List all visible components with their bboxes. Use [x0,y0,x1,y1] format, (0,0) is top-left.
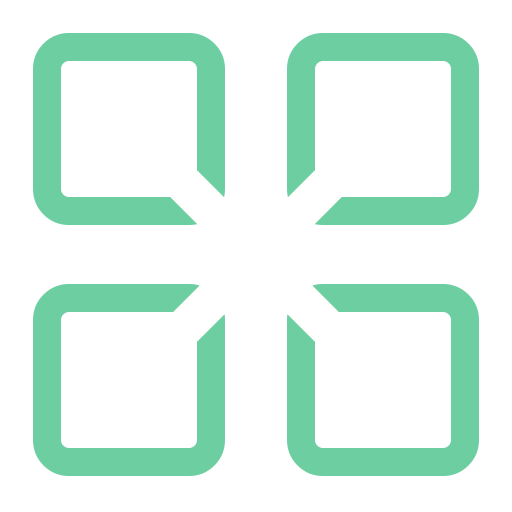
bottom-left-square [33,284,225,476]
four-squares-grid-icon [33,33,479,476]
top-right-square [287,33,479,225]
bottom-right-square [287,284,479,476]
icon-canvas [0,0,512,512]
top-left-square [33,33,225,225]
